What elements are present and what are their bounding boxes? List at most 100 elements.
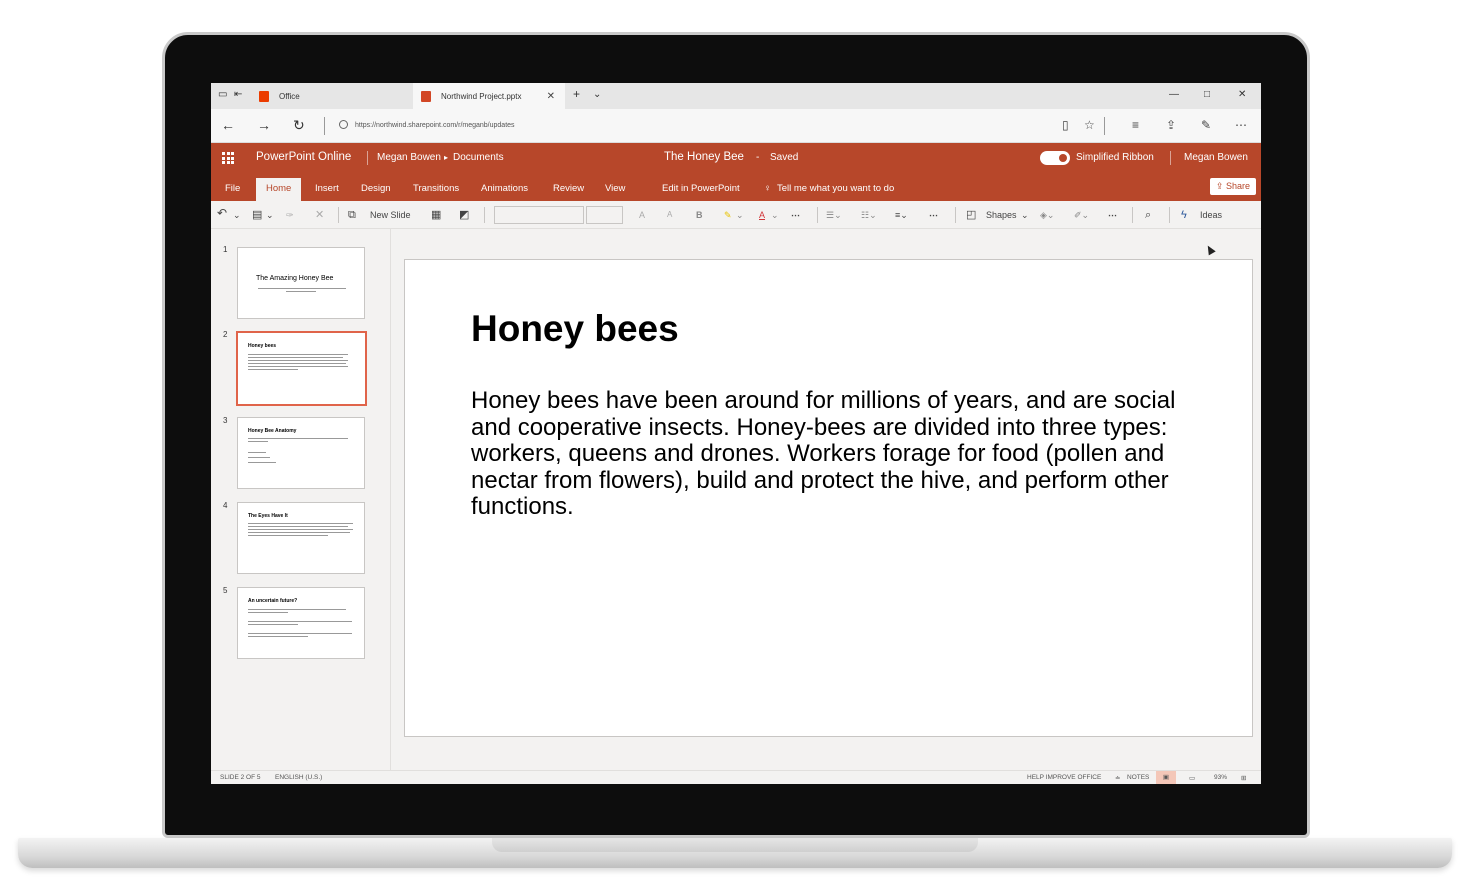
web-note-icon[interactable]: ✎ [1201, 118, 1211, 132]
status-bar: SLIDE 2 OF 5 ENGLISH (U.S.) HELP IMPROVE… [211, 770, 1261, 784]
more-drawing-options-icon[interactable]: ⋯ [1108, 208, 1117, 222]
maximize-icon[interactable]: □ [1204, 89, 1210, 100]
language-indicator[interactable]: ENGLISH (U.S.) [275, 774, 322, 781]
ideas-icon[interactable]: ϟ [1181, 208, 1187, 222]
thumbnail-text-line [248, 621, 352, 622]
site-info-icon[interactable] [339, 120, 348, 129]
slide-thumbnail-1[interactable]: The Amazing Honey Bee [237, 247, 365, 319]
reading-view-icon[interactable]: ▯ [1062, 118, 1069, 132]
help-improve-link[interactable]: HELP IMPROVE OFFICE [1027, 774, 1101, 781]
more-font-options-icon[interactable]: ⋯ [791, 208, 800, 222]
share-page-icon[interactable]: ⇪ [1166, 118, 1176, 132]
tab-view[interactable]: View [605, 183, 625, 194]
shape-outline-icon[interactable]: ✐⌄ [1074, 208, 1089, 222]
tab-northwind[interactable]: Northwind Project.pptx ✕ [413, 83, 565, 109]
tab-animations[interactable]: Animations [481, 183, 528, 194]
new-tab-button[interactable]: + [573, 87, 580, 101]
normal-view-icon[interactable]: ▣ [1156, 771, 1176, 784]
new-slide-button[interactable]: New Slide [370, 208, 411, 222]
shapes-button[interactable]: Shapes [986, 208, 1017, 222]
tell-me-search[interactable]: Tell me what you want to do [777, 183, 894, 194]
edit-in-powerpoint-link[interactable]: Edit in PowerPoint [662, 183, 740, 194]
bullets-icon[interactable]: ☰⌄ [826, 208, 842, 222]
slide-thumbnail-3[interactable]: Honey Bee Anatomy [237, 417, 365, 489]
thumbnail-text-line [258, 288, 346, 289]
refresh-icon[interactable]: ↻ [293, 118, 305, 132]
divider [367, 151, 368, 165]
close-window-icon[interactable]: ✕ [1238, 89, 1246, 100]
zoom-level[interactable]: 93% [1214, 774, 1227, 781]
tab-review[interactable]: Review [553, 183, 584, 194]
share-button[interactable]: ⇪ Share [1209, 178, 1256, 195]
slide-number: 2 [223, 330, 228, 339]
tab-transitions[interactable]: Transitions [413, 183, 459, 194]
simplified-ribbon-toggle[interactable] [1040, 151, 1070, 165]
chevron-down-icon[interactable]: ⌄ [233, 208, 241, 222]
chevron-down-icon[interactable]: ⌄ [1021, 208, 1029, 222]
notes-button[interactable]: NOTES [1127, 774, 1149, 781]
more-paragraph-options-icon[interactable]: ⋯ [929, 208, 938, 222]
font-family-select[interactable] [494, 206, 584, 224]
divider [1132, 207, 1133, 223]
chevron-down-icon[interactable]: ⌄ [736, 208, 744, 222]
paste-icon[interactable]: ▤ [252, 208, 262, 222]
layout-icon[interactable]: ▦ [431, 208, 441, 222]
slide-thumbnail-5[interactable]: An uncertain future? [237, 587, 365, 659]
breadcrumb-folder[interactable]: Documents [453, 152, 504, 163]
thumbnail-text-line [248, 523, 353, 524]
slide-body-text[interactable]: Honey bees have been around for millions… [471, 387, 1191, 521]
tab-design[interactable]: Design [361, 183, 391, 194]
thumbnail-text-line [286, 291, 316, 292]
tab-list-chevron-icon[interactable]: ⌄ [593, 89, 601, 100]
url-field[interactable]: https://northwind.sharepoint.com/r/megan… [355, 122, 515, 129]
notes-icon[interactable]: ≐ [1115, 774, 1120, 782]
thumbnail-text-line [248, 441, 268, 442]
font-color-icon[interactable]: A [759, 208, 765, 222]
undo-icon[interactable]: ↶ [217, 206, 227, 220]
new-slide-icon[interactable]: ⧉ [348, 208, 356, 222]
format-background-icon[interactable]: ◩ [459, 208, 469, 222]
grow-font-icon[interactable]: A [639, 208, 645, 222]
bold-button[interactable]: B [696, 208, 703, 222]
app-name[interactable]: PowerPoint Online [256, 151, 351, 163]
current-slide[interactable]: Honey bees Honey bees have been around f… [404, 259, 1253, 737]
cut-icon[interactable]: ✕ [315, 208, 324, 222]
tab-actions-icon[interactable]: ▭ [218, 89, 227, 100]
align-icon[interactable]: ≡⌄ [895, 208, 908, 222]
slide-thumbnail-2[interactable]: Honey bees [236, 331, 367, 406]
slide-title[interactable]: Honey bees [471, 308, 679, 350]
chevron-down-icon[interactable]: ⌄ [771, 208, 779, 222]
forward-icon[interactable]: → [257, 118, 271, 132]
tab-file[interactable]: File [225, 183, 240, 194]
tab-office[interactable]: Office [251, 83, 411, 109]
find-icon[interactable]: ⌕ [1145, 208, 1151, 222]
fit-to-window-icon[interactable]: ⊞ [1241, 774, 1246, 782]
breadcrumb-user[interactable]: Megan Bowen [377, 152, 441, 163]
font-size-select[interactable] [586, 206, 623, 224]
thumbnail-text-line [248, 438, 348, 439]
shapes-icon[interactable]: ◰ [966, 208, 976, 222]
format-painter-icon[interactable]: ✑ [286, 208, 294, 222]
numbering-icon[interactable]: ☷⌄ [861, 208, 877, 222]
hub-icon[interactable]: ≡ [1132, 118, 1139, 132]
close-tab-icon[interactable]: ✕ [547, 91, 555, 102]
thumbnail-text-line [248, 366, 348, 367]
favorite-star-icon[interactable]: ☆ [1084, 118, 1095, 132]
tab-home[interactable]: Home [256, 178, 302, 201]
tab-insert[interactable]: Insert [315, 183, 339, 194]
slide-thumbnail-4[interactable]: The Eyes Have It [237, 502, 365, 574]
reading-view-icon[interactable]: ▭ [1189, 774, 1195, 782]
account-name[interactable]: Megan Bowen [1184, 152, 1248, 163]
back-icon[interactable]: ← [221, 118, 235, 132]
document-title[interactable]: The Honey Bee [664, 151, 744, 163]
shape-fill-icon[interactable]: ◈⌄ [1040, 208, 1054, 222]
highlight-icon[interactable]: ✎ [724, 208, 732, 222]
minimize-icon[interactable]: — [1169, 89, 1179, 100]
shrink-font-icon[interactable]: A [667, 208, 672, 222]
app-launcher-icon[interactable] [222, 152, 234, 164]
set-aside-tabs-icon[interactable]: ⇤ [234, 89, 242, 100]
more-icon[interactable]: ⋯ [1235, 118, 1247, 132]
thumbnail-text-line [248, 357, 343, 358]
ideas-button[interactable]: Ideas [1200, 208, 1222, 222]
chevron-down-icon[interactable]: ⌄ [266, 208, 274, 222]
